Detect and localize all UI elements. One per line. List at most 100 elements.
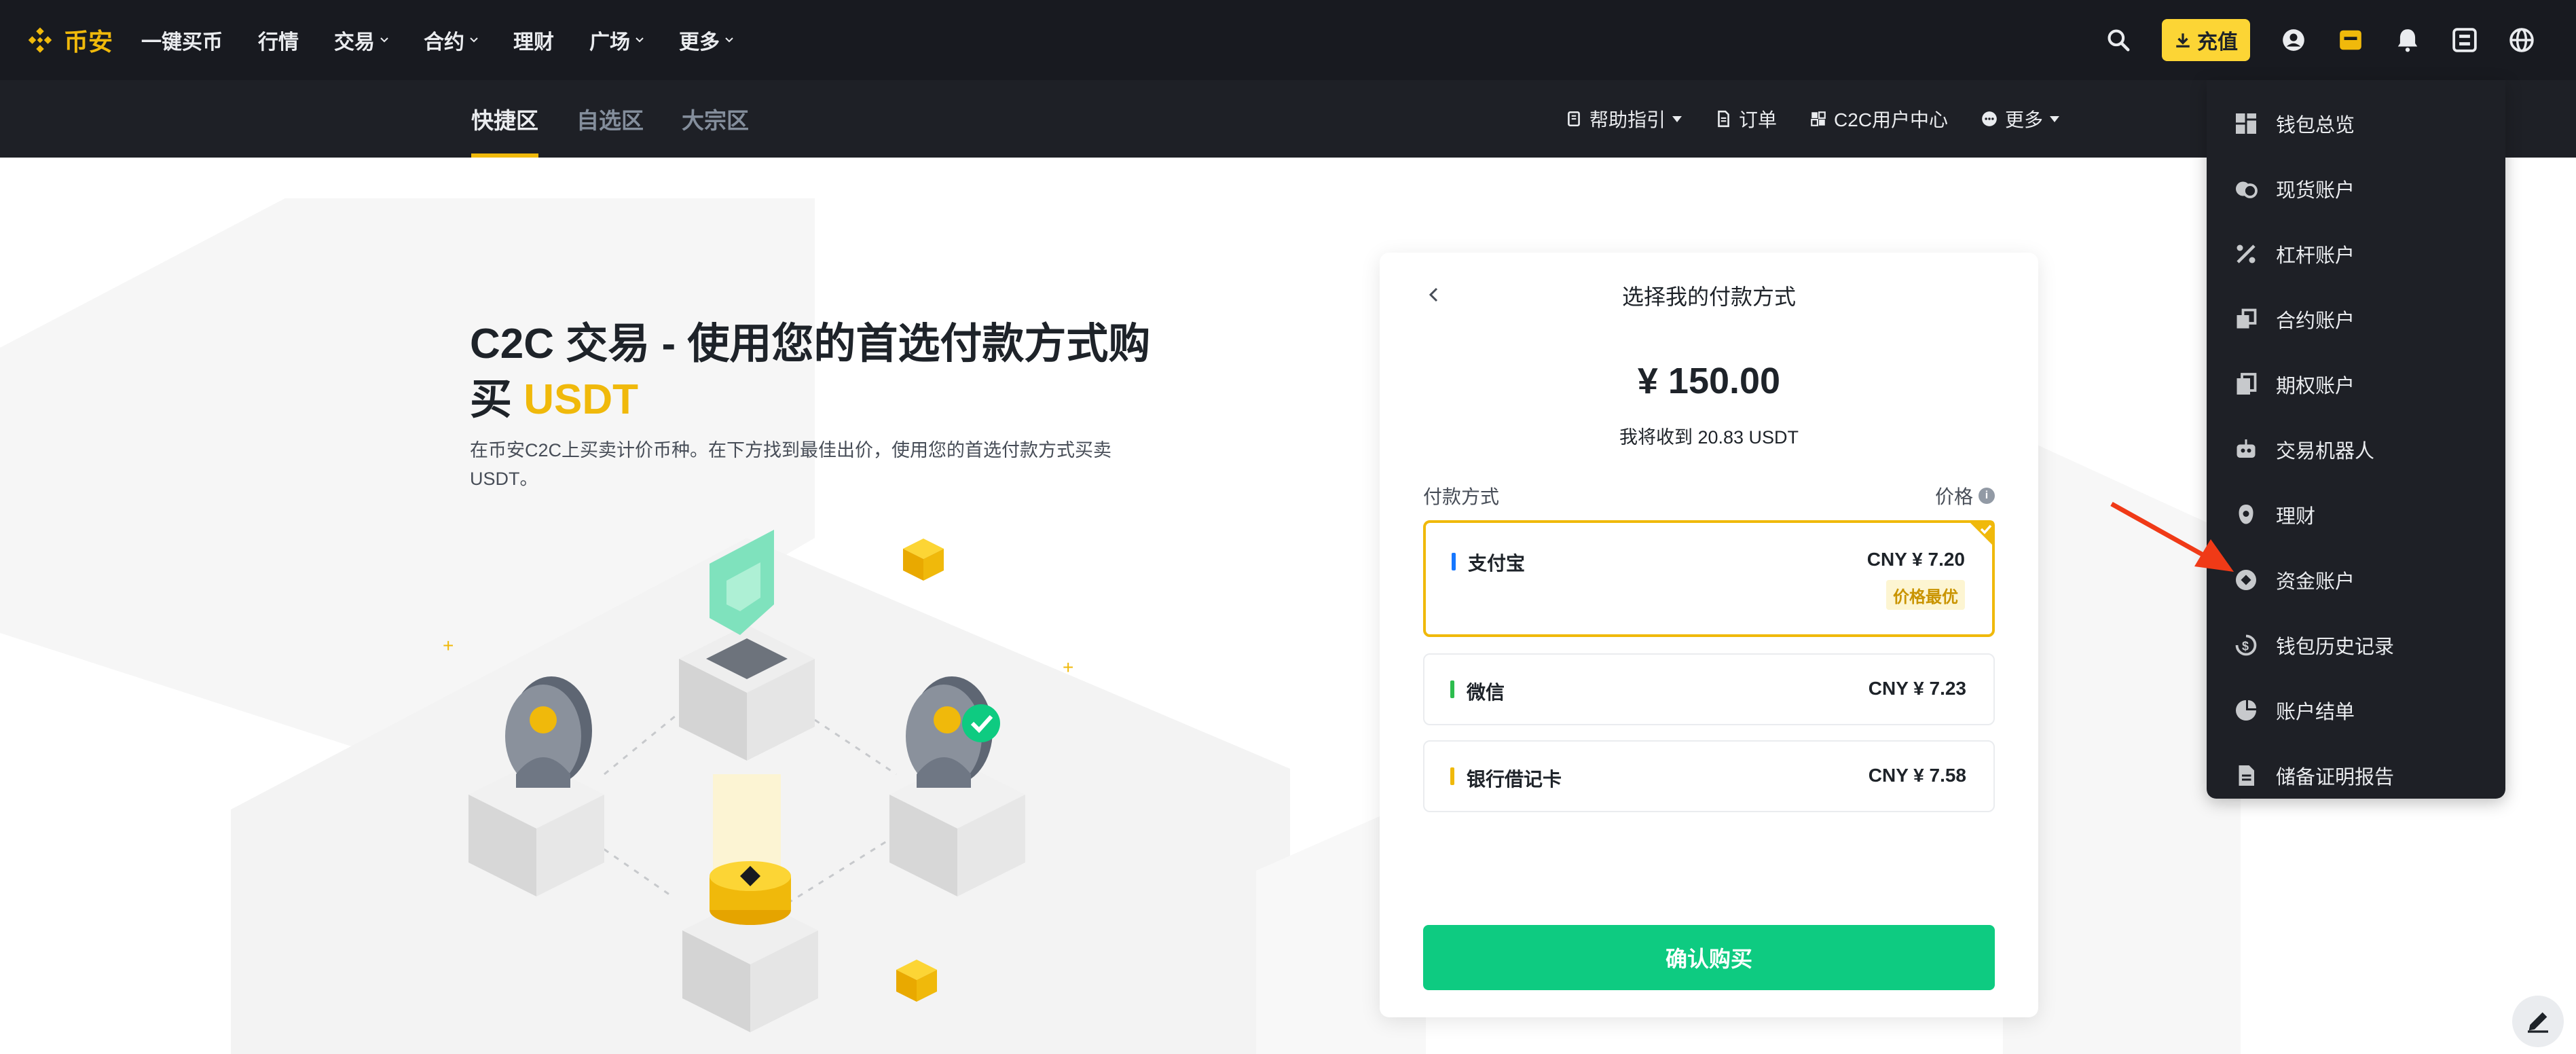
search-icon[interactable] <box>2105 26 2132 54</box>
dashboard-icon <box>2232 110 2260 137</box>
menu-margin-account[interactable]: 杠杆账户 <box>2207 221 2505 287</box>
logo-text: 币安 <box>64 28 113 56</box>
help-guide-label: 帮助指引 <box>1589 109 1666 130</box>
chevron-down-icon <box>725 37 733 43</box>
wallet-dropdown-menu: 钱包总览 现货账户 杠杆账户 合约账户 期权账户 交易机器人 理财 资金账户 $… <box>2207 80 2505 799</box>
subnav-right-links: 帮助指引 订单 C2C用户中心 更多 <box>1565 80 2060 158</box>
menu-label: 现货账户 <box>2276 180 2355 202</box>
tab-block[interactable]: 大宗区 <box>682 80 749 158</box>
price-label: 价格 <box>1934 486 1973 507</box>
hero-title: C2C 交易 - 使用您的首选付款方式购买 USDT <box>470 316 1190 428</box>
edit-fab-button[interactable] <box>2512 996 2564 1047</box>
tab-p2p[interactable]: 自选区 <box>576 80 644 158</box>
more-label: 更多 <box>2005 109 2044 130</box>
nav-earn[interactable]: 理财 <box>513 25 554 55</box>
top-navigation-bar: 币安 一键买币 行情 交易 合约 理财 广场 更多 充值 <box>0 0 2576 80</box>
chevron-down-icon <box>380 37 388 43</box>
deposit-button[interactable]: 充值 <box>2162 19 2250 61</box>
payment-option-alipay[interactable]: 支付宝 CNY ¥ 7.20 价格最优 <box>1423 520 1995 637</box>
menu-label: 期权账户 <box>2276 376 2355 397</box>
statement-icon <box>2232 697 2260 724</box>
download-icon[interactable] <box>2451 26 2478 54</box>
caret-down-icon <box>1672 115 1682 122</box>
caret-down-icon <box>2050 115 2060 122</box>
tab-express[interactable]: 快捷区 <box>471 80 538 158</box>
best-price-badge: 价格最优 <box>1886 580 1965 610</box>
payment-option-wechat[interactable]: 微信 CNY ¥ 7.23 <box>1423 653 1995 725</box>
more-menu-link[interactable]: 更多 <box>1981 105 2060 132</box>
nav-label: 更多 <box>679 31 720 54</box>
menu-label: 合约账户 <box>2276 310 2355 332</box>
c2c-sub-navigation: 快捷区 自选区 大宗区 帮助指引 订单 C2C用户中心 更多 <box>0 80 2576 158</box>
binance-logo[interactable]: 币安 <box>24 19 113 61</box>
nav-label: 广场 <box>589 31 630 54</box>
background-pattern <box>0 198 2241 1054</box>
margin-icon <box>2232 240 2260 268</box>
svg-text:+: + <box>1063 657 1073 678</box>
menu-label: 资金账户 <box>2276 571 2355 593</box>
menu-proof-of-reserves[interactable]: 储备证明报告 <box>2207 743 2505 808</box>
selected-check-icon <box>1968 520 1995 547</box>
binance-logo-icon <box>28 27 52 53</box>
nav-more[interactable]: 更多 <box>679 25 733 55</box>
c2c-illustration: + + <box>443 530 1073 1032</box>
report-icon <box>2232 762 2260 789</box>
bell-icon[interactable] <box>2394 26 2421 54</box>
help-guide-link[interactable]: 帮助指引 <box>1565 105 1682 132</box>
payment-option-name: 银行借记卡 <box>1467 769 1562 790</box>
confirm-purchase-button[interactable]: 确认购买 <box>1423 925 1995 990</box>
menu-label: 杠杆账户 <box>2276 245 2355 267</box>
payment-option-price: CNY ¥ 7.23 <box>1868 678 1966 699</box>
payment-method-card: 选择我的付款方式 ¥ 150.00 我将收到 20.83 USDT 付款方式 价… <box>1380 253 2038 1017</box>
pay-amount: ¥ 150.00 <box>1637 361 1781 401</box>
menu-funding-account[interactable]: 资金账户 <box>2207 547 2505 613</box>
history-icon: $ <box>2232 632 2260 659</box>
info-icon[interactable]: i <box>1979 488 1995 504</box>
menu-wallet-overview[interactable]: 钱包总览 <box>2207 91 2505 156</box>
payment-color-bar <box>1450 767 1454 785</box>
globe-icon[interactable] <box>2508 26 2535 54</box>
nav-label: 交易 <box>334 31 375 54</box>
menu-account-statement[interactable]: 账户结单 <box>2207 678 2505 743</box>
menu-label: 钱包总览 <box>2276 115 2355 137</box>
nav-markets[interactable]: 行情 <box>258 25 299 55</box>
orders-link[interactable]: 订单 <box>1714 105 1777 132</box>
nav-trade[interactable]: 交易 <box>334 25 388 55</box>
zone-tabs: 快捷区 自选区 大宗区 <box>471 80 749 158</box>
chevron-down-icon <box>636 37 644 43</box>
document-icon <box>1718 110 1729 128</box>
hero-subtitle: 在币安C2C上买卖计价币种。在下方找到最佳出价，使用您的首选付款方式买卖USDT… <box>470 440 1112 489</box>
menu-label: 账户结单 <box>2276 702 2355 723</box>
card-title: 选择我的付款方式 <box>1621 285 1796 309</box>
payment-option-price: CNY ¥ 7.58 <box>1868 765 1966 786</box>
main-menu: 一键买币 行情 交易 合约 理财 广场 更多 <box>141 0 769 80</box>
payment-color-bar <box>1450 680 1454 698</box>
menu-options-account[interactable]: 期权账户 <box>2207 352 2505 417</box>
nav-futures[interactable]: 合约 <box>424 25 478 55</box>
nav-square[interactable]: 广场 <box>589 25 644 55</box>
nav-label: 理财 <box>513 31 554 54</box>
orders-label: 订单 <box>1739 109 1778 130</box>
user-center-icon <box>1811 111 1826 126</box>
menu-futures-account[interactable]: 合约账户 <box>2207 287 2505 352</box>
payment-option-bank-card[interactable]: 银行借记卡 CNY ¥ 7.58 <box>1423 740 1995 812</box>
account-icon[interactable] <box>2280 26 2307 54</box>
options-icon <box>2232 371 2260 398</box>
nav-buy-crypto[interactable]: 一键买币 <box>141 25 223 55</box>
svg-text:+: + <box>443 635 454 656</box>
topnav-right-actions: 充值 <box>2105 0 2535 80</box>
menu-spot-account[interactable]: 现货账户 <box>2207 156 2505 221</box>
menu-label: 钱包历史记录 <box>2276 636 2395 658</box>
menu-earn[interactable]: 理财 <box>2207 482 2505 547</box>
menu-wallet-history[interactable]: $ 钱包历史记录 <box>2207 613 2505 678</box>
download-arrow-icon <box>2176 33 2190 48</box>
wallet-icon[interactable] <box>2337 26 2364 54</box>
chevron-down-icon <box>470 37 478 43</box>
menu-label: 交易机器人 <box>2276 441 2375 462</box>
menu-label: 储备证明报告 <box>2276 767 2395 788</box>
menu-trading-bots[interactable]: 交易机器人 <box>2207 417 2505 482</box>
svg-text:$: $ <box>2242 640 2249 653</box>
price-header: 价格 i <box>1935 482 1995 509</box>
spot-icon <box>2232 175 2260 202</box>
c2c-user-center-link[interactable]: C2C用户中心 <box>1809 105 1948 132</box>
